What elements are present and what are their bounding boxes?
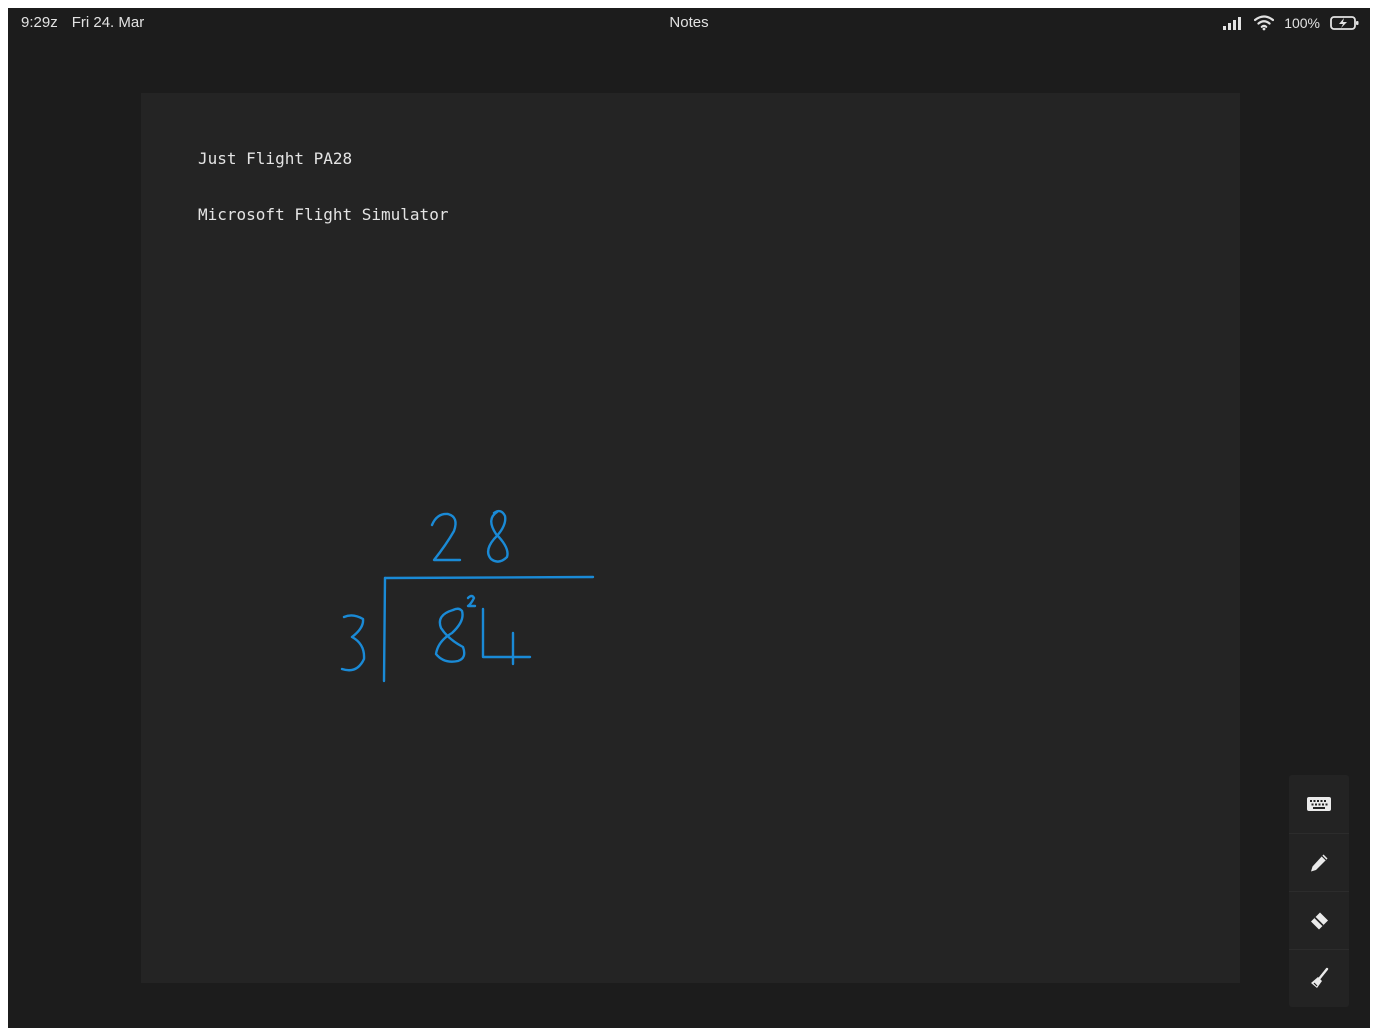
status-bar: 9:29z Fri 24. Mar Notes 100%	[8, 8, 1370, 38]
keyboard-icon	[1307, 797, 1331, 811]
note-page[interactable]: Just Flight PA28 Microsoft Flight Simula…	[141, 93, 1240, 983]
eraser-tool-button[interactable]	[1289, 891, 1349, 950]
battery-percent: 100%	[1284, 15, 1320, 31]
notes-app-screen: 9:29z Fri 24. Mar Notes 100% Just Flight…	[8, 8, 1370, 1028]
ink-divisor-3	[340, 614, 366, 672]
ink-division-bracket	[382, 576, 387, 683]
drawing-toolbar	[1289, 775, 1349, 1007]
pencil-icon	[1311, 854, 1328, 872]
app-title: Notes	[669, 14, 709, 31]
ink-dividend-4	[481, 607, 532, 666]
note-line-title[interactable]: Just Flight PA28	[198, 149, 352, 168]
eraser-icon	[1311, 912, 1328, 930]
ink-quotient-8	[486, 509, 509, 563]
clear-tool-button[interactable]	[1289, 949, 1349, 1008]
wifi-icon	[1254, 15, 1275, 31]
ink-dividend-8	[434, 607, 466, 663]
status-right: 100%	[1222, 12, 1360, 34]
ink-carry-2	[466, 594, 477, 608]
battery-charging-icon	[1330, 15, 1360, 31]
handwriting-canvas	[340, 509, 595, 683]
note-line-subtitle[interactable]: Microsoft Flight Simulator	[198, 205, 448, 224]
ink-division-bar	[383, 575, 595, 580]
keyboard-tool-button[interactable]	[1289, 775, 1349, 833]
signal-icon	[1222, 16, 1244, 30]
broom-icon	[1311, 967, 1329, 988]
pen-tool-button[interactable]	[1289, 833, 1349, 892]
ink-quotient-2	[430, 512, 462, 562]
